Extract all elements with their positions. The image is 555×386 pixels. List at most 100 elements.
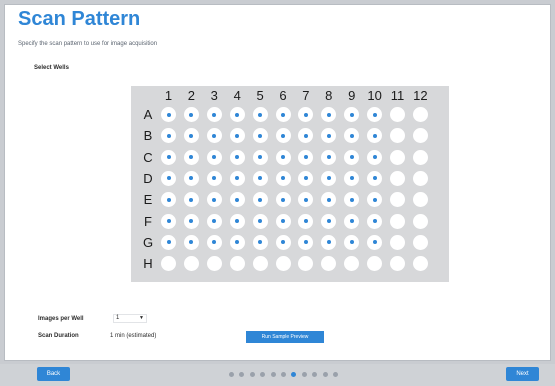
well-H5[interactable] bbox=[252, 256, 268, 272]
well-G2[interactable] bbox=[183, 234, 199, 250]
well-C7[interactable] bbox=[298, 149, 314, 165]
well-A8[interactable] bbox=[321, 107, 337, 122]
well-C3[interactable] bbox=[206, 149, 222, 165]
well-F6[interactable] bbox=[275, 213, 291, 229]
images-per-well-select[interactable]: 1 ▼ bbox=[113, 314, 147, 323]
well-H1[interactable] bbox=[161, 256, 176, 272]
well-E11[interactable] bbox=[390, 192, 405, 208]
well-F9[interactable] bbox=[344, 213, 360, 229]
well-F12[interactable] bbox=[412, 213, 428, 229]
well-H4[interactable] bbox=[229, 256, 245, 272]
well-G11[interactable] bbox=[390, 234, 405, 250]
well-H12[interactable] bbox=[412, 256, 428, 272]
column-label-11[interactable]: 11 bbox=[388, 88, 408, 103]
well-D2[interactable] bbox=[183, 170, 199, 186]
well-H11[interactable] bbox=[390, 256, 405, 272]
column-label-12[interactable]: 12 bbox=[410, 88, 430, 103]
well-H9[interactable] bbox=[344, 256, 360, 272]
well-G4[interactable] bbox=[229, 234, 245, 250]
column-label-10[interactable]: 10 bbox=[365, 88, 385, 103]
well-B5[interactable] bbox=[252, 128, 268, 144]
page-dot[interactable] bbox=[322, 372, 328, 377]
well-H10[interactable] bbox=[367, 256, 383, 272]
column-label-5[interactable]: 5 bbox=[250, 88, 270, 103]
row-label-B[interactable]: B bbox=[142, 128, 154, 144]
well-D4[interactable] bbox=[229, 170, 245, 186]
well-E3[interactable] bbox=[206, 192, 222, 208]
column-label-9[interactable]: 9 bbox=[342, 88, 362, 103]
back-button[interactable]: Back bbox=[37, 367, 70, 381]
well-D3[interactable] bbox=[206, 170, 222, 186]
well-G8[interactable] bbox=[321, 234, 337, 250]
well-H2[interactable] bbox=[183, 256, 199, 272]
well-F10[interactable] bbox=[367, 213, 383, 229]
row-label-H[interactable]: H bbox=[142, 256, 154, 272]
well-G9[interactable] bbox=[344, 234, 360, 250]
well-A5[interactable] bbox=[252, 107, 268, 122]
well-C11[interactable] bbox=[390, 149, 405, 165]
well-G5[interactable] bbox=[252, 234, 268, 250]
column-label-2[interactable]: 2 bbox=[181, 88, 201, 103]
well-E7[interactable] bbox=[298, 192, 314, 208]
row-label-G[interactable]: G bbox=[142, 235, 154, 251]
well-G7[interactable] bbox=[298, 234, 314, 250]
well-A6[interactable] bbox=[275, 107, 291, 122]
page-dot[interactable] bbox=[333, 372, 338, 377]
well-A3[interactable] bbox=[206, 107, 222, 122]
well-B6[interactable] bbox=[275, 128, 291, 144]
well-D10[interactable] bbox=[367, 170, 383, 186]
well-F8[interactable] bbox=[321, 213, 337, 229]
well-D9[interactable] bbox=[344, 170, 360, 186]
well-C1[interactable] bbox=[161, 149, 176, 165]
column-label-6[interactable]: 6 bbox=[273, 88, 293, 103]
well-A9[interactable] bbox=[344, 107, 360, 122]
well-B7[interactable] bbox=[298, 128, 314, 144]
well-D1[interactable] bbox=[161, 170, 176, 186]
well-E2[interactable] bbox=[183, 192, 199, 208]
well-F2[interactable] bbox=[183, 213, 199, 229]
well-A12[interactable] bbox=[412, 107, 428, 122]
well-H7[interactable] bbox=[298, 256, 314, 272]
well-F3[interactable] bbox=[206, 213, 222, 229]
next-button[interactable]: Next bbox=[506, 367, 539, 381]
well-C12[interactable] bbox=[412, 149, 428, 165]
page-dot[interactable] bbox=[249, 372, 255, 377]
well-F7[interactable] bbox=[298, 213, 314, 229]
well-F4[interactable] bbox=[229, 213, 245, 229]
well-B11[interactable] bbox=[390, 128, 405, 144]
well-E10[interactable] bbox=[367, 192, 383, 208]
well-C6[interactable] bbox=[275, 149, 291, 165]
column-label-7[interactable]: 7 bbox=[296, 88, 316, 103]
well-A7[interactable] bbox=[298, 107, 314, 122]
well-A1[interactable] bbox=[161, 107, 176, 122]
well-C4[interactable] bbox=[229, 149, 245, 165]
well-G1[interactable] bbox=[161, 234, 176, 250]
well-C10[interactable] bbox=[367, 149, 383, 165]
well-H3[interactable] bbox=[206, 256, 222, 272]
well-F5[interactable] bbox=[252, 213, 268, 229]
row-label-F[interactable]: F bbox=[142, 214, 154, 230]
well-E6[interactable] bbox=[275, 192, 291, 208]
well-D7[interactable] bbox=[298, 170, 314, 186]
well-E12[interactable] bbox=[412, 192, 428, 208]
row-label-E[interactable]: E bbox=[142, 192, 154, 208]
well-C2[interactable] bbox=[183, 149, 199, 165]
page-dot[interactable] bbox=[270, 372, 276, 377]
well-B1[interactable] bbox=[161, 128, 176, 144]
well-E1[interactable] bbox=[161, 192, 176, 208]
well-A2[interactable] bbox=[183, 107, 199, 122]
well-D11[interactable] bbox=[390, 170, 405, 186]
well-B9[interactable] bbox=[344, 128, 360, 144]
well-B3[interactable] bbox=[206, 128, 222, 144]
well-B8[interactable] bbox=[321, 128, 337, 144]
well-A10[interactable] bbox=[367, 107, 383, 122]
well-D5[interactable] bbox=[252, 170, 268, 186]
well-D8[interactable] bbox=[321, 170, 337, 186]
well-B10[interactable] bbox=[367, 128, 383, 144]
well-D6[interactable] bbox=[275, 170, 291, 186]
well-H6[interactable] bbox=[275, 256, 291, 272]
well-C5[interactable] bbox=[252, 149, 268, 165]
page-dot[interactable] bbox=[229, 372, 234, 377]
well-C8[interactable] bbox=[321, 149, 337, 165]
column-label-4[interactable]: 4 bbox=[227, 88, 247, 103]
